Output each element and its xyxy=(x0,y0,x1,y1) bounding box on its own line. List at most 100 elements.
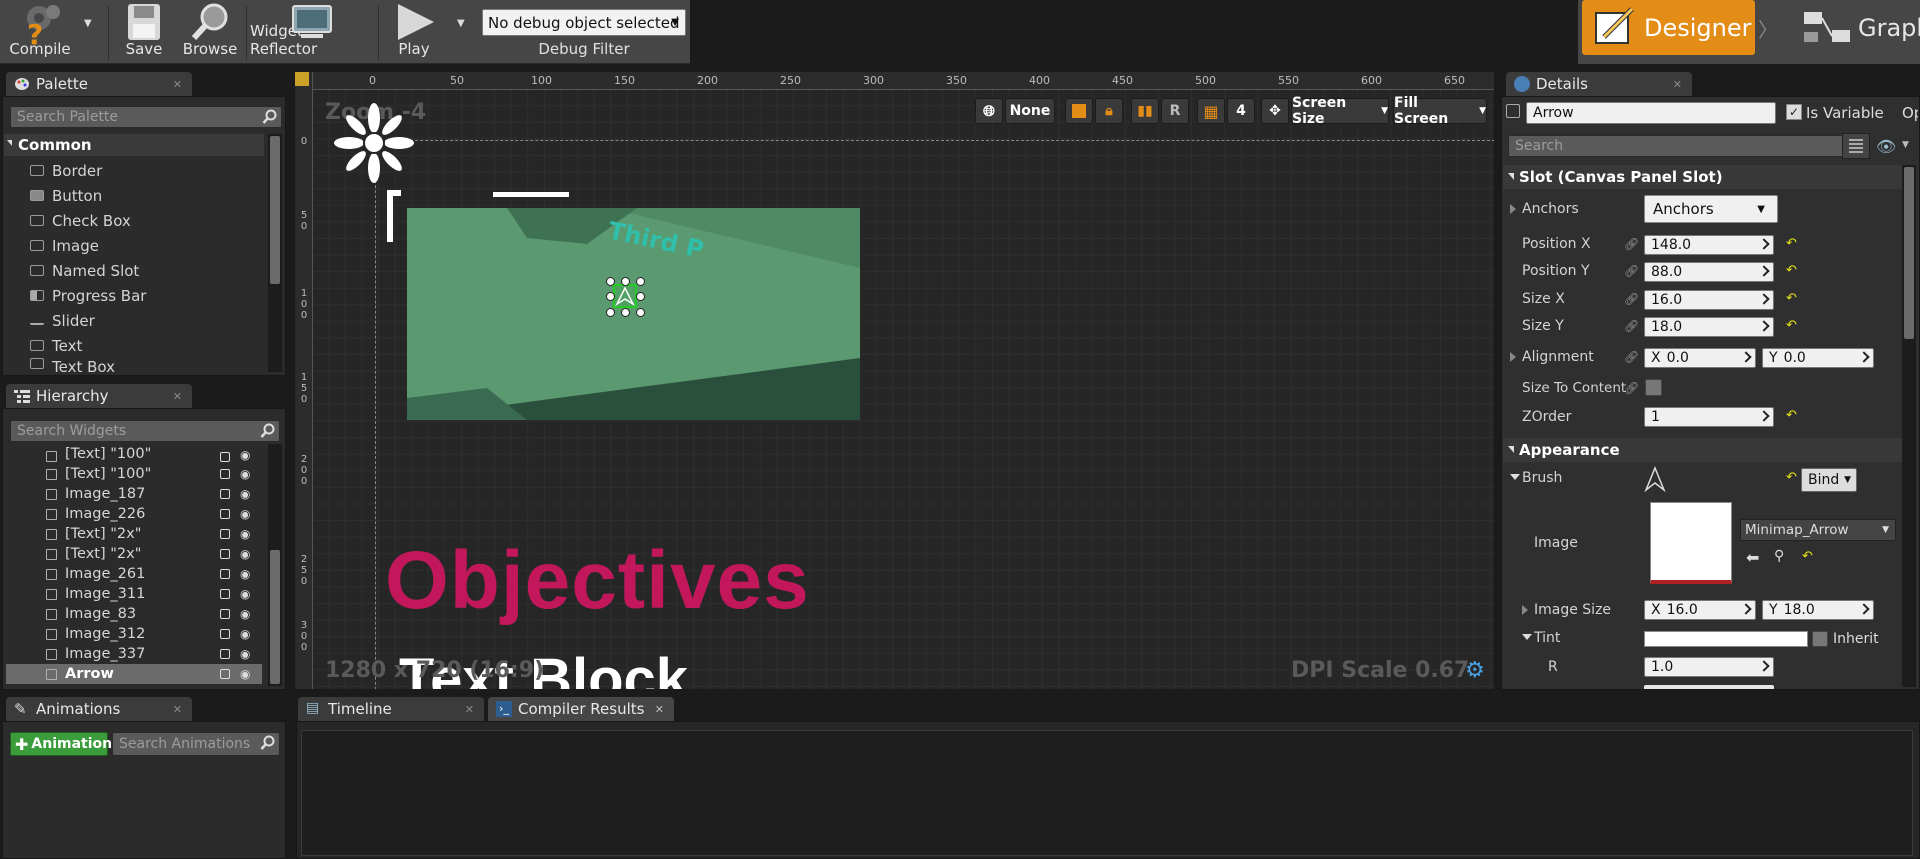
inherit-checkbox[interactable] xyxy=(1812,631,1828,647)
collapse-triangle-icon[interactable] xyxy=(1510,474,1520,480)
lock-icon[interactable] xyxy=(220,589,230,599)
position-x-input[interactable]: 148.0 xyxy=(1644,235,1774,255)
expand-arrow-icon[interactable] xyxy=(1510,204,1516,214)
compile-options-chevron-icon[interactable]: ▼ xyxy=(84,18,92,29)
close-icon[interactable]: ✕ xyxy=(173,703,182,716)
lock-icon[interactable] xyxy=(220,509,230,519)
tab-palette[interactable]: Palette ✕ xyxy=(6,72,192,96)
selected-arrow-widget[interactable] xyxy=(613,284,637,308)
eye-icon[interactable]: ◉ xyxy=(240,567,250,581)
resize-handle[interactable] xyxy=(606,277,615,286)
details-scroll-thumb[interactable] xyxy=(1904,167,1914,339)
eye-icon[interactable]: ◉ xyxy=(240,507,250,521)
widget-name-input[interactable]: Arrow xyxy=(1526,102,1776,124)
bind-link-icon[interactable]: 🔗︎ xyxy=(1624,381,1639,395)
palette-scroll-thumb[interactable] xyxy=(270,136,280,284)
close-icon[interactable]: ✕ xyxy=(1673,78,1682,91)
lock-icon[interactable] xyxy=(220,529,230,539)
collapse-triangle-icon[interactable] xyxy=(1522,634,1532,640)
hierarchy-row[interactable]: Image_226 ◉ xyxy=(6,504,262,524)
palette-item-image[interactable]: Image xyxy=(30,233,99,258)
resize-handle[interactable] xyxy=(606,308,615,317)
property-matrix-button[interactable] xyxy=(1842,133,1870,159)
tab-compiler-results[interactable]: ›_ Compiler Results ✕ xyxy=(488,697,674,721)
palette-item-progress-bar[interactable]: Progress Bar xyxy=(30,283,146,308)
minimap-image[interactable]: Third P xyxy=(407,208,860,420)
palette-item-border[interactable]: Border xyxy=(30,158,102,183)
eye-icon[interactable]: ◉ xyxy=(240,487,250,501)
animation-search-input[interactable]: Search Animations xyxy=(112,732,280,756)
add-animation-button[interactable]: ✚ Animation xyxy=(10,732,112,756)
lock-icon[interactable] xyxy=(220,669,230,679)
appearance-section-header[interactable]: Appearance xyxy=(1503,438,1915,462)
lock-icon[interactable] xyxy=(220,489,230,499)
lock-icon[interactable] xyxy=(220,629,230,639)
r-channel-input[interactable]: 1.0 xyxy=(1644,657,1774,677)
eye-icon[interactable]: ◉ xyxy=(240,647,250,661)
graph-mode-button[interactable]: Graph xyxy=(1802,0,1920,55)
image-asset-picker[interactable]: Minimap_Arrow ▼ xyxy=(1740,519,1896,541)
localization-globe-button[interactable]: 🌐︎ xyxy=(975,98,1003,124)
hierarchy-scroll-thumb[interactable] xyxy=(270,550,280,684)
palette-item-text-box[interactable]: Text Box xyxy=(30,358,115,372)
palette-item-check-box[interactable]: Check Box xyxy=(30,208,131,233)
objectives-text[interactable]: Objectives xyxy=(385,534,810,628)
hierarchy-row[interactable]: Image_261 ◉ xyxy=(6,564,262,584)
hierarchy-row[interactable]: Image_312 ◉ xyxy=(6,624,262,644)
tint-color-swatch[interactable] xyxy=(1644,631,1808,647)
close-icon[interactable]: ✕ xyxy=(173,390,182,403)
alignment-x-input[interactable]: X 0.0 xyxy=(1644,348,1756,368)
palette-item-named-slot[interactable]: Named Slot xyxy=(30,258,139,283)
size-x-input[interactable]: 16.0 xyxy=(1644,290,1774,310)
hierarchy-row[interactable]: Image_187 ◉ xyxy=(6,484,262,504)
screen-size-dropdown[interactable]: Screen Size ▼ xyxy=(1291,95,1389,127)
designer-mode-button[interactable]: Designer xyxy=(1582,0,1755,55)
resize-handle[interactable] xyxy=(636,308,645,317)
fill-screen-dropdown[interactable]: Fill Screen ▼ xyxy=(1393,95,1487,127)
palette-item-slider[interactable]: Slider xyxy=(30,308,95,333)
eye-icon[interactable]: ◉ xyxy=(240,448,250,462)
browse-button[interactable]: Browse xyxy=(178,0,242,64)
palette-category-common[interactable]: Common xyxy=(4,134,264,156)
tab-animations[interactable]: ✎ Animations ✕ xyxy=(6,697,192,721)
chevron-down-icon[interactable]: ▼ xyxy=(1902,140,1909,150)
alignment-y-input[interactable]: Y 0.0 xyxy=(1762,348,1874,368)
lock-icon[interactable] xyxy=(220,549,230,559)
resize-handle[interactable] xyxy=(621,277,630,286)
save-button[interactable]: Save xyxy=(112,0,176,64)
grid-size-dropdown[interactable]: 4 xyxy=(1227,98,1255,124)
expand-arrow-icon[interactable] xyxy=(1522,605,1528,615)
bind-link-icon[interactable]: 🔗︎ xyxy=(1624,237,1639,251)
zoom-to-fit-button[interactable]: ✥ xyxy=(1261,98,1289,124)
close-icon[interactable]: ✕ xyxy=(465,703,474,716)
tab-timeline[interactable]: ▤ Timeline ✕ xyxy=(298,697,484,721)
slot-section-header[interactable]: Slot (Canvas Panel Slot) xyxy=(1503,165,1915,189)
palette-item-button[interactable]: Button xyxy=(30,183,102,208)
details-scrollbar[interactable] xyxy=(1902,165,1916,687)
hierarchy-row[interactable]: [Text] "2x" ◉ xyxy=(6,524,262,544)
hierarchy-scrollbar[interactable] xyxy=(268,444,282,686)
eye-icon[interactable]: ◉ xyxy=(240,627,250,641)
bind-link-icon[interactable]: 🔗︎ xyxy=(1624,319,1639,333)
debug-object-dropdown[interactable]: No debug object selected ▼ xyxy=(482,9,686,36)
hierarchy-row[interactable]: [Text] "100" ◉ xyxy=(6,444,262,462)
resize-handle[interactable] xyxy=(636,292,645,301)
eye-icon[interactable]: ◉ xyxy=(240,527,250,541)
reset-to-default-icon[interactable]: ↶ xyxy=(1786,470,1797,485)
image-size-x-input[interactable]: X 16.0 xyxy=(1644,600,1756,620)
close-icon[interactable]: ✕ xyxy=(173,78,182,91)
bind-link-icon[interactable]: 🔗︎ xyxy=(1624,350,1639,364)
reset-to-default-icon[interactable]: ↶ xyxy=(1786,408,1797,423)
play-options-chevron-icon[interactable]: ▼ xyxy=(457,18,465,29)
reset-to-default-icon[interactable]: ↶ xyxy=(1786,318,1797,333)
lock-icon[interactable] xyxy=(220,569,230,579)
reset-to-default-icon[interactable]: ↶ xyxy=(1786,236,1797,251)
hierarchy-row-selected[interactable]: Arrow ◉ xyxy=(6,664,262,684)
close-icon[interactable]: ✕ xyxy=(655,703,664,716)
eye-icon[interactable]: ◉ xyxy=(240,667,250,681)
widget-search-input[interactable]: Search Widgets xyxy=(10,420,280,442)
palette-item-text[interactable]: Text xyxy=(30,333,82,358)
bind-dropdown[interactable]: Bind ▼ xyxy=(1801,468,1857,492)
reset-to-default-icon[interactable]: ↶ xyxy=(1786,291,1797,306)
reset-to-default-icon[interactable]: ↶ xyxy=(1786,263,1797,278)
